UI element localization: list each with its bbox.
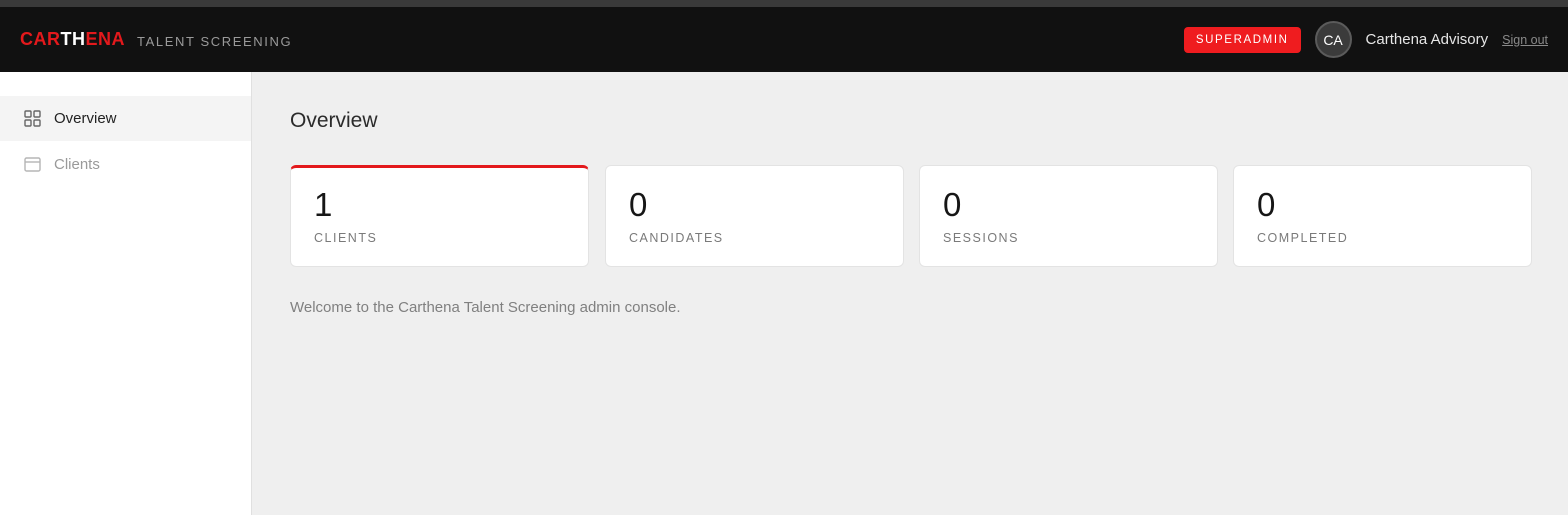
brand[interactable]: CARTHENA TALENT SCREENING <box>20 7 292 72</box>
stat-card-sessions[interactable]: 0 SESSIONS <box>919 165 1218 267</box>
page-title: Overview <box>290 109 378 132</box>
window-icon <box>24 157 41 172</box>
stat-value: 0 <box>1257 186 1276 223</box>
sidebar-item-clients[interactable]: Clients <box>0 142 251 187</box>
main-content: Overview 1 CLIENTS 0 CANDIDATES 0 SESSIO… <box>253 72 1568 515</box>
avatar[interactable]: CA <box>1314 21 1352 58</box>
header-user-area: SUPERADMIN CA Carthena Advisory Sign out <box>1183 7 1548 72</box>
user-name: Carthena Advisory <box>1365 31 1489 48</box>
logo-part-ena: ENA <box>85 29 126 49</box>
grid-icon <box>24 110 41 127</box>
sidebar-item-overview[interactable]: Overview <box>0 96 251 141</box>
sidebar-item-label: Clients <box>54 156 100 173</box>
stat-card-completed[interactable]: 0 COMPLETED <box>1233 165 1532 267</box>
logo-part-car: CAR <box>20 29 61 49</box>
stat-label: COMPLETED <box>1257 231 1349 245</box>
stat-card-clients[interactable]: 1 CLIENTS <box>290 165 589 267</box>
stat-label: CLIENTS <box>314 231 378 245</box>
stat-value: 0 <box>943 186 962 223</box>
stat-card-candidates[interactable]: 0 CANDIDATES <box>605 165 904 267</box>
sign-out-link[interactable]: Sign out <box>1502 33 1548 47</box>
stat-value: 1 <box>314 186 333 223</box>
brand-subtitle: TALENT SCREENING <box>137 34 293 49</box>
sidebar-item-label: Overview <box>54 110 117 127</box>
stat-label: SESSIONS <box>943 231 1019 245</box>
stat-value: 0 <box>629 186 648 223</box>
welcome-message: Welcome to the Carthena Talent Screening… <box>290 299 681 316</box>
app-header: CARTHENA TALENT SCREENING SUPERADMIN CA … <box>0 7 1568 72</box>
role-badge: SUPERADMIN <box>1183 26 1301 53</box>
top-strip <box>0 0 1568 7</box>
sidebar: Overview Clients <box>0 72 252 515</box>
stat-label: CANDIDATES <box>629 231 724 245</box>
logo-part-th: TH <box>60 29 86 49</box>
logo: CARTHENA <box>20 29 125 50</box>
